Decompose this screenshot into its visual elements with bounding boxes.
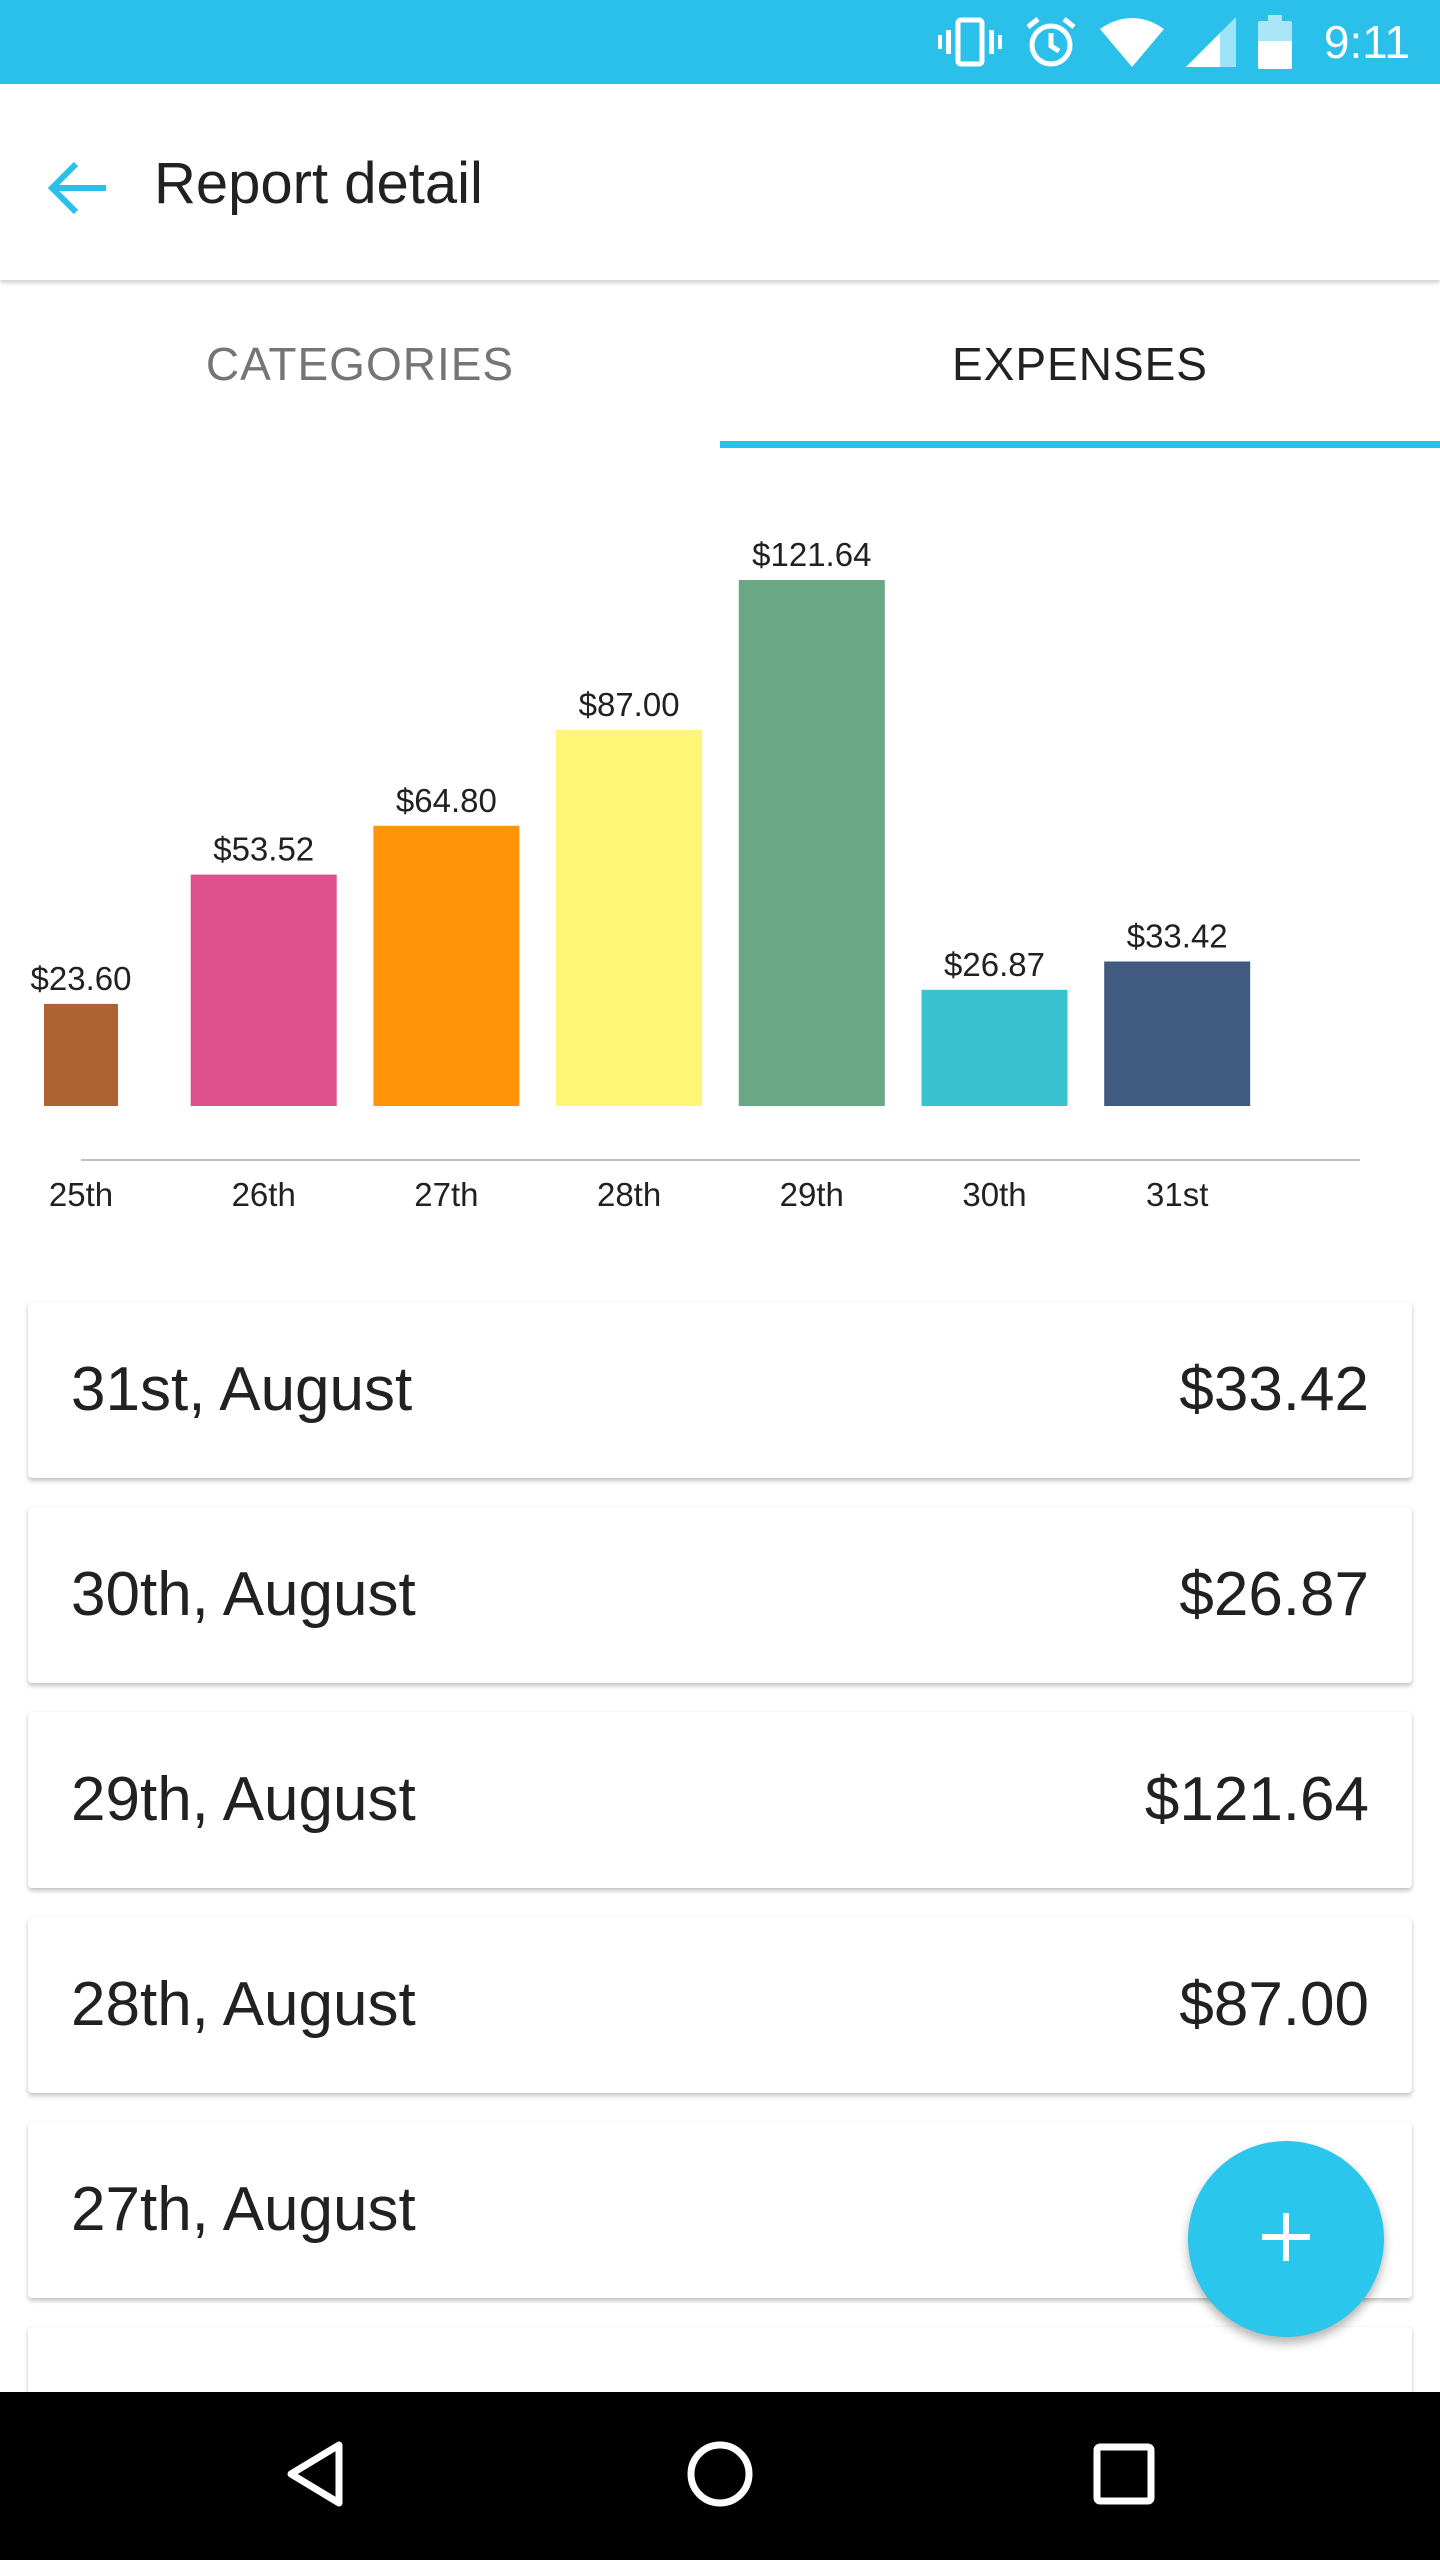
battery-icon (1257, 15, 1292, 69)
chart-bar-27th[interactable] (373, 825, 520, 1106)
expense-date: 29th, August (71, 1765, 416, 1834)
expense-amount: $33.42 (1179, 1355, 1369, 1424)
nav-back-button[interactable] (265, 2426, 365, 2526)
bar-value-label: $53.52 (213, 831, 314, 868)
chart-bar-29th[interactable] (738, 580, 885, 1106)
bar-value-label: $26.87 (944, 946, 1045, 983)
expense-date: 27th, August (71, 2175, 416, 2244)
expense-amount: $87.00 (1179, 1970, 1369, 2039)
bar-value-label: $23.60 (31, 960, 132, 997)
x-tick-label: 29th (780, 1176, 844, 1213)
bar-value-label: $87.00 (579, 686, 680, 723)
x-tick-label: 30th (962, 1176, 1026, 1213)
wifi-icon (1099, 17, 1164, 67)
bar-value-label: $64.80 (396, 782, 497, 819)
chart-bar-31st[interactable] (1104, 961, 1251, 1107)
tab-categories[interactable]: CATEGORIES (0, 280, 720, 448)
expense-list: 31st, August $33.42 30th, August $26.87 … (28, 1302, 1412, 2532)
recents-square-icon (1092, 2442, 1156, 2511)
expense-amount: $26.87 (1179, 1560, 1369, 1629)
list-item[interactable]: 29th, August $121.64 (28, 1712, 1412, 1888)
chart-bar-30th[interactable] (921, 989, 1068, 1106)
arrow-back-icon (46, 160, 110, 221)
tab-indicator (720, 441, 1440, 448)
status-icons: 9:11 (937, 0, 1410, 84)
add-expense-button[interactable] (1188, 2141, 1384, 2337)
x-tick-label: 27th (414, 1176, 478, 1213)
expenses-bar-chart: $23.60 25th $53.52 26th $64.80 27th $87.00 28th… (0, 448, 1440, 1248)
system-nav-bar (0, 2392, 1440, 2560)
tab-expenses-label: EXPENSES (952, 338, 1208, 390)
list-item[interactable]: 30th, August $26.87 (28, 1507, 1412, 1683)
list-item[interactable]: 31st, August $33.42 (28, 1302, 1412, 1478)
status-time: 9:11 (1323, 16, 1410, 68)
plus-icon (1258, 2209, 1314, 2270)
tab-expenses[interactable]: EXPENSES (720, 280, 1440, 448)
x-tick-label: 31st (1146, 1176, 1208, 1213)
list-item[interactable]: 28th, August $87.00 (28, 1917, 1412, 2093)
back-triangle-icon (283, 2439, 347, 2514)
nav-recents-button[interactable] (1074, 2426, 1174, 2526)
bar-value-label: $33.42 (1127, 918, 1228, 955)
alarm-icon (1024, 15, 1078, 69)
app-bar: Report detail (0, 84, 1440, 280)
expense-amount: $121.64 (1144, 1765, 1369, 1834)
status-bar: 9:11 (0, 0, 1440, 84)
bar-value-label: $121.64 (752, 536, 871, 573)
x-tick-label: 25th (49, 1176, 113, 1213)
expense-date: 31st, August (71, 1355, 413, 1424)
chart-svg: $23.60 25th $53.52 26th $64.80 27th $87.00 28th… (31, 536, 1360, 1213)
back-button[interactable] (24, 136, 132, 244)
tab-bar: CATEGORIES EXPENSES (0, 280, 1440, 448)
vibrate-icon (937, 16, 1002, 68)
chart-bar-25th[interactable] (44, 1003, 118, 1106)
chart-bar-26th[interactable] (190, 874, 337, 1106)
expense-date: 28th, August (71, 1970, 416, 2039)
page-title: Report detail (154, 151, 483, 216)
tab-categories-label: CATEGORIES (205, 338, 515, 390)
home-circle-icon (685, 2439, 755, 2514)
x-tick-label: 26th (232, 1176, 296, 1213)
x-tick-label: 28th (597, 1176, 661, 1213)
nav-home-button[interactable] (670, 2426, 770, 2526)
signal-icon (1185, 17, 1236, 67)
chart-bar-28th[interactable] (556, 729, 703, 1106)
expense-date: 30th, August (71, 1560, 416, 1629)
